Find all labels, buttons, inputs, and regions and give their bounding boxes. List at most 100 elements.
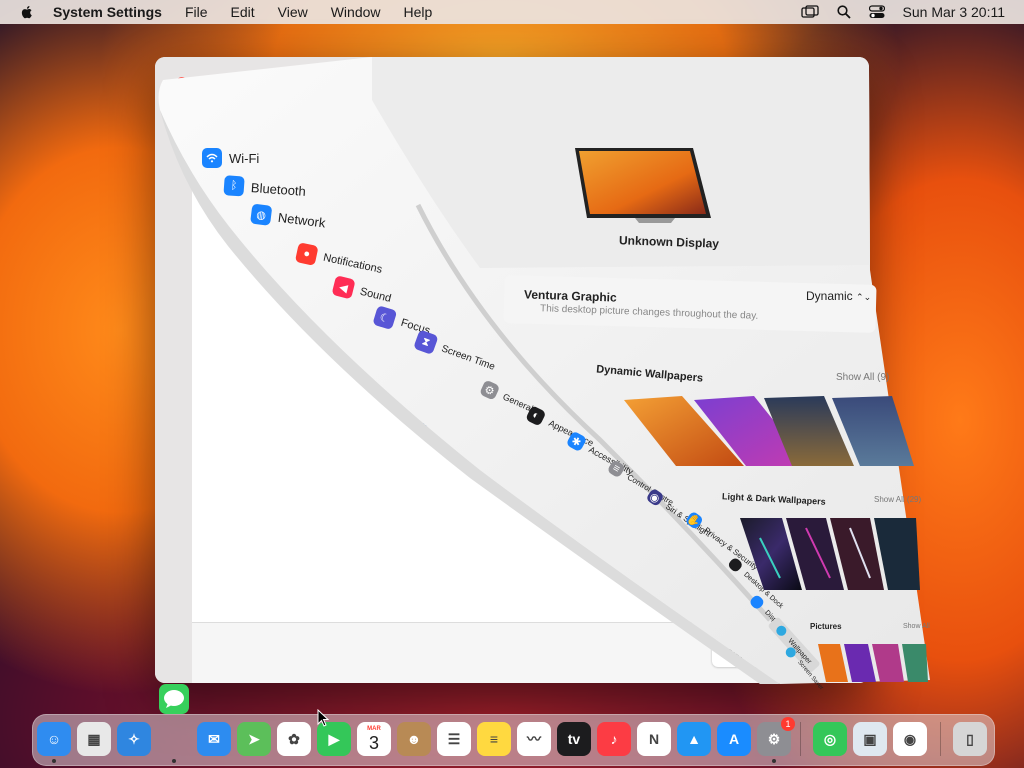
keynote-icon: ▲	[687, 731, 701, 747]
dock-app-preview[interactable]: ▣	[853, 722, 887, 756]
menu-clock[interactable]: Sun Mar 3 20:11	[903, 4, 1005, 20]
section-title-pictures: Pictures	[810, 622, 842, 631]
dock-app-tv[interactable]: tv	[557, 722, 591, 756]
dock-app-find-my[interactable]: ◎	[813, 722, 847, 756]
wallpaper-thumb-pic-3[interactable]	[872, 644, 904, 682]
calendar-icon: MAR 3	[367, 725, 381, 753]
show-all-light-dark-button[interactable]: Show All (29)	[874, 495, 921, 504]
dock-app-reminders[interactable]: ☰	[437, 722, 471, 756]
maps-icon: ➤	[248, 730, 260, 747]
music-icon: ♪	[610, 731, 618, 747]
messages-bubble-icon	[164, 690, 184, 708]
chrome-icon: ◉	[903, 730, 917, 747]
calendar-month: MAR	[367, 726, 381, 732]
stepper-icon: ⌃⌄	[856, 292, 872, 302]
news-icon: N	[648, 731, 660, 747]
menu-help[interactable]: Help	[404, 4, 433, 20]
system-settings-icon: ⚙	[767, 730, 781, 747]
dock-app-finder[interactable]: ☺	[37, 722, 71, 756]
bluetooth-icon: ᛒ	[223, 175, 245, 197]
notes-icon: ≡	[489, 731, 499, 747]
control-center-icon[interactable]	[868, 5, 885, 19]
facetime-icon: ▶	[328, 730, 340, 747]
close-window-button[interactable]	[176, 77, 188, 89]
launchpad-icon: ▦	[87, 730, 101, 747]
wallpaper-thumb-pic-2[interactable]	[844, 644, 876, 682]
wallpaper-thumb-pic-4[interactable]	[902, 644, 928, 682]
sidebar-item-wifi[interactable]: Wi-Fi	[202, 148, 259, 168]
sign-in-label: Sign In	[287, 279, 328, 294]
sheet-button-bar: Cancel	[192, 622, 847, 683]
running-indicator	[172, 759, 176, 763]
dock-app-chrome[interactable]: ◉	[893, 722, 927, 756]
sidebar-item-label: Bluetooth	[250, 179, 307, 199]
wallpaper-icon	[774, 623, 789, 638]
wifi-icon	[202, 148, 222, 168]
dock-app-calendar[interactable]: MAR 3	[357, 722, 391, 756]
dock-app-safari[interactable]: ✧	[117, 722, 151, 756]
globe-icon: ◍	[250, 203, 273, 226]
calendar-day: 3	[368, 733, 379, 753]
search-icon	[185, 117, 198, 131]
cancel-button[interactable]: Cancel	[712, 639, 775, 667]
spotlight-search-icon[interactable]	[836, 5, 851, 19]
dock-separator	[940, 722, 941, 756]
dock-app-contacts[interactable]: ☻	[397, 722, 431, 756]
search-field[interactable]: Search	[175, 110, 373, 138]
display-preview	[575, 148, 711, 223]
sidebar-item-label: Network	[277, 209, 327, 230]
screen-mirroring-icon[interactable]	[800, 5, 819, 19]
page-title: Wallpaper	[401, 74, 473, 91]
dock-app-launchpad[interactable]: ▦	[77, 722, 111, 756]
dock-separator	[800, 722, 801, 756]
show-all-pictures-button[interactable]: Show All	[903, 623, 930, 630]
menu-app-name[interactable]: System Settings	[53, 4, 162, 20]
app-store-icon: A	[728, 731, 740, 747]
running-indicator	[52, 759, 56, 763]
photos-icon: ✿	[288, 730, 300, 747]
findmy-icon: ◎	[823, 730, 837, 747]
dock-app-app-store[interactable]: A	[717, 722, 751, 756]
mail-icon: ✉	[208, 730, 220, 747]
pictures-thumbnails	[818, 644, 928, 682]
wallpaper-mode-select[interactable]: Dynamic ⌃⌄	[806, 289, 871, 303]
dynamic-wallpaper-thumbnails	[624, 396, 914, 466]
menu-window[interactable]: Window	[331, 4, 381, 20]
dock-app-trash[interactable]: ▯	[953, 722, 987, 756]
trash-icon: ▯	[966, 730, 974, 747]
menu-view[interactable]: View	[278, 4, 308, 20]
dock-app-music[interactable]: ♪	[597, 722, 631, 756]
zoom-window-button[interactable]	[216, 77, 228, 89]
dock-app-photos[interactable]: ✿	[277, 722, 311, 756]
show-all-dynamic-button[interactable]: Show All (9)	[836, 372, 889, 383]
sidebar-item-label: Wi-Fi	[229, 150, 260, 166]
running-indicator	[772, 759, 776, 763]
sidebar-item-label: Sound	[358, 285, 393, 305]
freeform-icon: 〰	[527, 731, 541, 747]
messages-drag-icon[interactable]	[159, 684, 189, 714]
dock-app-mail[interactable]: ✉	[197, 722, 231, 756]
menu-file[interactable]: File	[185, 4, 208, 20]
apple-menu-icon[interactable]	[19, 4, 35, 20]
contacts-icon: ☻	[406, 731, 422, 747]
dock-app-maps[interactable]: ➤	[237, 722, 271, 756]
minimize-window-button[interactable]	[196, 77, 208, 89]
dock-app-keynote[interactable]: ▲	[677, 722, 711, 756]
dock-app-facetime[interactable]: ▶	[317, 722, 351, 756]
safari-icon: ✧	[128, 730, 140, 747]
reminders-icon: ☰	[447, 730, 461, 747]
finder-icon: ☺	[46, 731, 62, 747]
preview-icon: ▣	[863, 730, 877, 747]
light-dark-thumbnails	[740, 518, 920, 590]
menu-bar: System Settings File Edit View Window He…	[0, 0, 1024, 24]
settings-update-badge: 1	[781, 717, 795, 731]
wallpaper-mode-value: Dynamic	[806, 289, 853, 303]
tv-icon: tv	[567, 731, 581, 747]
dock-app-news[interactable]: N	[637, 722, 671, 756]
mouse-cursor-icon	[317, 709, 329, 727]
dock	[32, 714, 995, 766]
menu-edit[interactable]: Edit	[231, 4, 255, 20]
wallpaper-thumb-pic-1[interactable]	[818, 644, 848, 682]
dock-app-notes[interactable]: ≡	[477, 722, 511, 756]
dock-app-freeform[interactable]: 〰	[517, 722, 551, 756]
